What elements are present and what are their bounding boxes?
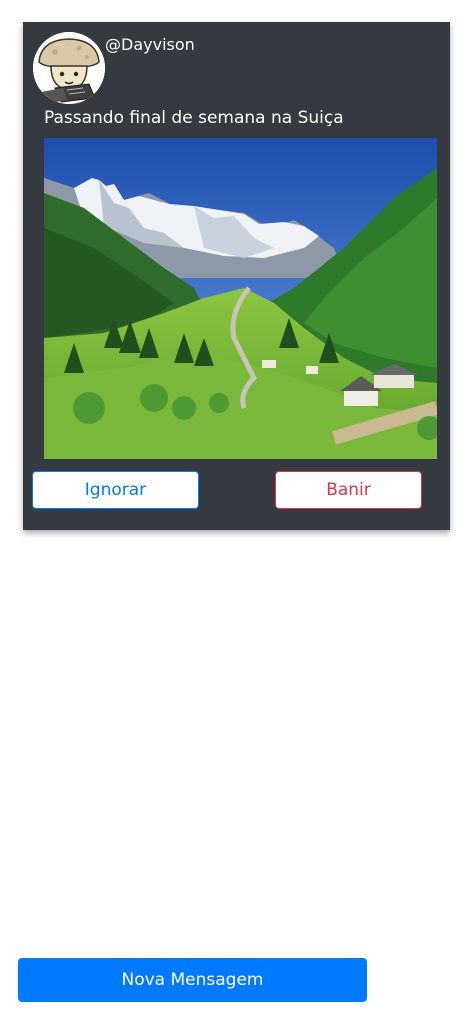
post-username[interactable]: @Dayvison xyxy=(105,35,195,54)
post-photo xyxy=(44,138,437,459)
ban-button[interactable]: Banir xyxy=(275,471,422,509)
mushroom-avatar-icon xyxy=(33,32,105,104)
page: @Dayvison Passando final de semana na Su… xyxy=(0,0,474,1024)
avatar xyxy=(33,32,105,104)
ignore-button[interactable]: Ignorar xyxy=(32,471,199,509)
landscape-image xyxy=(44,138,437,459)
post-card: @Dayvison Passando final de semana na Su… xyxy=(23,22,450,530)
new-message-button[interactable]: Nova Mensagem xyxy=(18,958,367,1002)
post-caption: Passando final de semana na Suiça xyxy=(44,108,344,128)
